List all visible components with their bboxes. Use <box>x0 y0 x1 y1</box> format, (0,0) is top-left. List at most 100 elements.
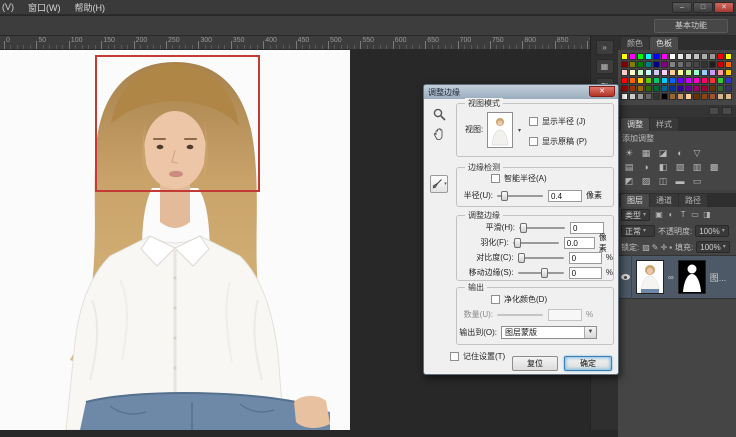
layer-filter-icon[interactable]: ◐ <box>665 209 677 221</box>
decontaminate-checkbox[interactable]: 净化颜色(D) <box>491 294 547 305</box>
color-swatch[interactable] <box>701 77 708 84</box>
color-swatch[interactable] <box>621 61 628 68</box>
color-swatch[interactable] <box>645 53 652 60</box>
fill-dropdown[interactable]: 100% ▾ <box>696 241 730 253</box>
remember-settings-checkbox[interactable]: 记住设置(T) <box>450 351 505 362</box>
collapse-icon[interactable] <box>709 107 719 115</box>
color-swatch[interactable] <box>677 53 684 60</box>
color-swatch[interactable] <box>693 61 700 68</box>
slider-thumb[interactable] <box>500 190 508 201</box>
color-swatch[interactable] <box>685 53 692 60</box>
color-swatch[interactable] <box>725 53 732 60</box>
workspace-switcher[interactable]: 基本功能 <box>654 19 728 33</box>
color-swatch[interactable] <box>669 93 676 100</box>
adjustment-icon[interactable]: ◧ <box>656 161 670 173</box>
color-swatch[interactable] <box>701 69 708 76</box>
color-swatch[interactable] <box>653 77 660 84</box>
color-swatch[interactable] <box>653 93 660 100</box>
adjustment-icon[interactable]: ▨ <box>639 175 653 187</box>
color-swatch[interactable] <box>693 77 700 84</box>
color-swatch[interactable] <box>677 93 684 100</box>
color-swatch[interactable] <box>669 53 676 60</box>
color-swatch[interactable] <box>725 69 732 76</box>
color-swatch[interactable] <box>669 77 676 84</box>
expand-panels-icon[interactable]: » <box>595 40 614 55</box>
show-original-checkbox[interactable]: 显示原稿 (P) <box>529 136 587 147</box>
color-swatch[interactable] <box>669 85 676 92</box>
chevron-down-icon[interactable]: ▾ <box>518 127 521 134</box>
zoom-tool-icon[interactable] <box>430 105 448 123</box>
color-swatch[interactable] <box>661 61 668 68</box>
menu-icon[interactable] <box>722 107 732 115</box>
color-swatch[interactable] <box>693 69 700 76</box>
color-swatch[interactable] <box>717 53 724 60</box>
color-swatch[interactable] <box>685 69 692 76</box>
adjustment-icon[interactable]: ▥ <box>690 161 704 173</box>
color-swatch[interactable] <box>709 69 716 76</box>
color-swatch[interactable] <box>661 69 668 76</box>
color-swatch[interactable] <box>637 53 644 60</box>
menu-item-help[interactable]: 帮助(H) <box>75 1 106 14</box>
color-swatch[interactable] <box>677 85 684 92</box>
color-swatch[interactable] <box>629 93 636 100</box>
layer-filter-icon[interactable]: ▭ <box>689 209 701 221</box>
tab-paths[interactable]: 路径 <box>679 194 707 207</box>
color-swatch[interactable] <box>653 69 660 76</box>
color-swatch[interactable] <box>717 93 724 100</box>
refine-radius-tool-button[interactable]: ▾ <box>430 175 448 193</box>
color-swatch[interactable] <box>629 61 636 68</box>
slider-thumb[interactable] <box>513 237 521 248</box>
adjustment-icon[interactable]: ▤ <box>622 161 636 173</box>
color-swatch[interactable] <box>693 53 700 60</box>
color-swatch[interactable] <box>725 85 732 92</box>
color-swatch[interactable] <box>709 61 716 68</box>
color-swatch[interactable] <box>677 77 684 84</box>
adjustment-icon[interactable]: ◩ <box>622 175 636 187</box>
color-swatch[interactable] <box>629 77 636 84</box>
adjustment-icon[interactable]: ▬ <box>673 175 687 187</box>
slider-thumb[interactable] <box>519 222 527 233</box>
collapsed-panel-icon[interactable]: ▦ <box>595 59 614 74</box>
minimize-button[interactable]: – <box>672 2 692 13</box>
color-swatch[interactable] <box>661 53 668 60</box>
color-swatch[interactable] <box>717 61 724 68</box>
adjustment-icon[interactable]: ▭ <box>690 175 704 187</box>
layer-filter-icon[interactable]: ◨ <box>701 209 713 221</box>
color-swatch[interactable] <box>621 93 628 100</box>
lock-icon[interactable]: ✎ <box>652 243 659 252</box>
color-swatch[interactable] <box>717 85 724 92</box>
ok-button[interactable]: 确定 <box>564 356 612 371</box>
color-swatch[interactable] <box>709 77 716 84</box>
color-swatch[interactable] <box>629 53 636 60</box>
view-thumbnail-dropdown[interactable]: ▾ <box>487 112 521 148</box>
color-swatch[interactable] <box>629 69 636 76</box>
smart-radius-checkbox[interactable]: 智能半径(A) <box>491 173 547 184</box>
show-radius-checkbox[interactable]: 显示半径 (J) <box>529 116 586 127</box>
color-swatch[interactable] <box>653 61 660 68</box>
color-swatch[interactable] <box>669 61 676 68</box>
color-swatch[interactable] <box>685 77 692 84</box>
color-swatch[interactable] <box>661 93 668 100</box>
color-swatch[interactable] <box>637 77 644 84</box>
opacity-dropdown[interactable]: 100% ▾ <box>695 225 729 237</box>
adjustment-icon[interactable]: ◑ <box>639 161 653 173</box>
lock-icon[interactable]: ▪ <box>669 243 672 252</box>
slider-thumb[interactable] <box>518 252 526 263</box>
mask-link-icon[interactable]: ∞ <box>668 273 674 282</box>
reset-button[interactable]: 复位 <box>512 356 558 371</box>
color-swatch[interactable] <box>653 53 660 60</box>
color-swatch[interactable] <box>701 53 708 60</box>
slider-value-field[interactable]: 0 <box>568 266 602 279</box>
color-swatch[interactable] <box>645 69 652 76</box>
color-swatch[interactable] <box>677 61 684 68</box>
chevron-down-icon[interactable]: ▼ <box>584 327 596 338</box>
adjustment-icon[interactable]: ▽ <box>690 147 704 159</box>
layer-name[interactable]: 图... <box>710 271 727 284</box>
color-swatch[interactable] <box>709 53 716 60</box>
adjustment-icon[interactable]: ☀ <box>622 147 636 159</box>
lock-icon[interactable]: ▨ <box>642 243 650 252</box>
hand-tool-icon[interactable] <box>430 125 448 143</box>
output-to-dropdown[interactable]: 图层蒙版 ▼ <box>501 326 597 339</box>
color-swatch[interactable] <box>717 77 724 84</box>
tab-swatches[interactable]: 色板 <box>650 37 678 50</box>
